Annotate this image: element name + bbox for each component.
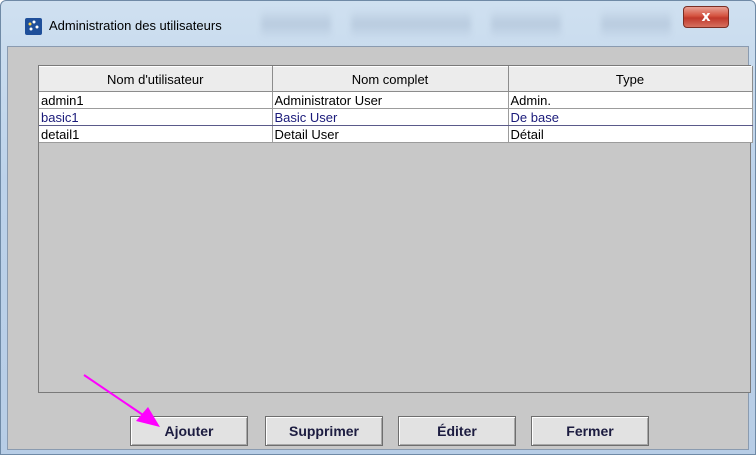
cell-type: Admin.: [508, 91, 753, 109]
cell-username: admin1: [39, 91, 273, 109]
cell-fullname: Administrator User: [272, 91, 509, 109]
cell-fullname: Detail User: [272, 125, 509, 143]
background-blur: [261, 9, 331, 39]
background-blur: [601, 9, 671, 39]
column-header-fullname[interactable]: Nom complet: [272, 66, 509, 92]
users-table: Nom d'utilisateur Nom complet Type admin…: [39, 66, 753, 143]
window-title: Administration des utilisateurs: [49, 18, 222, 33]
table-header-row: Nom d'utilisateur Nom complet Type: [39, 66, 753, 92]
table-row[interactable]: admin1 Administrator User Admin.: [39, 91, 753, 109]
delete-button[interactable]: Supprimer: [265, 416, 383, 446]
background-blur: [351, 9, 471, 39]
background-blur: [491, 9, 561, 39]
arrow-pointer-icon: [83, 374, 160, 427]
close-button[interactable]: Fermer: [531, 416, 649, 446]
edit-button[interactable]: Éditer: [398, 416, 516, 446]
close-icon: x: [701, 9, 711, 25]
title-bar[interactable]: Administration des utilisateurs x: [1, 1, 755, 47]
users-table-container[interactable]: Nom d'utilisateur Nom complet Type admin…: [38, 65, 753, 393]
cell-username: detail1: [39, 125, 273, 143]
close-window-button[interactable]: x: [683, 6, 729, 28]
column-header-username[interactable]: Nom d'utilisateur: [39, 66, 273, 92]
table-row[interactable]: detail1 Detail User Détail: [39, 125, 753, 143]
cell-type: Détail: [508, 125, 753, 143]
column-header-type[interactable]: Type: [508, 66, 753, 92]
app-icon: [25, 18, 42, 35]
cell-username: basic1: [39, 108, 273, 126]
table-row-selected[interactable]: basic1 Basic User De base: [39, 108, 753, 126]
cell-fullname: Basic User: [272, 108, 509, 126]
cell-type: De base: [508, 108, 753, 126]
